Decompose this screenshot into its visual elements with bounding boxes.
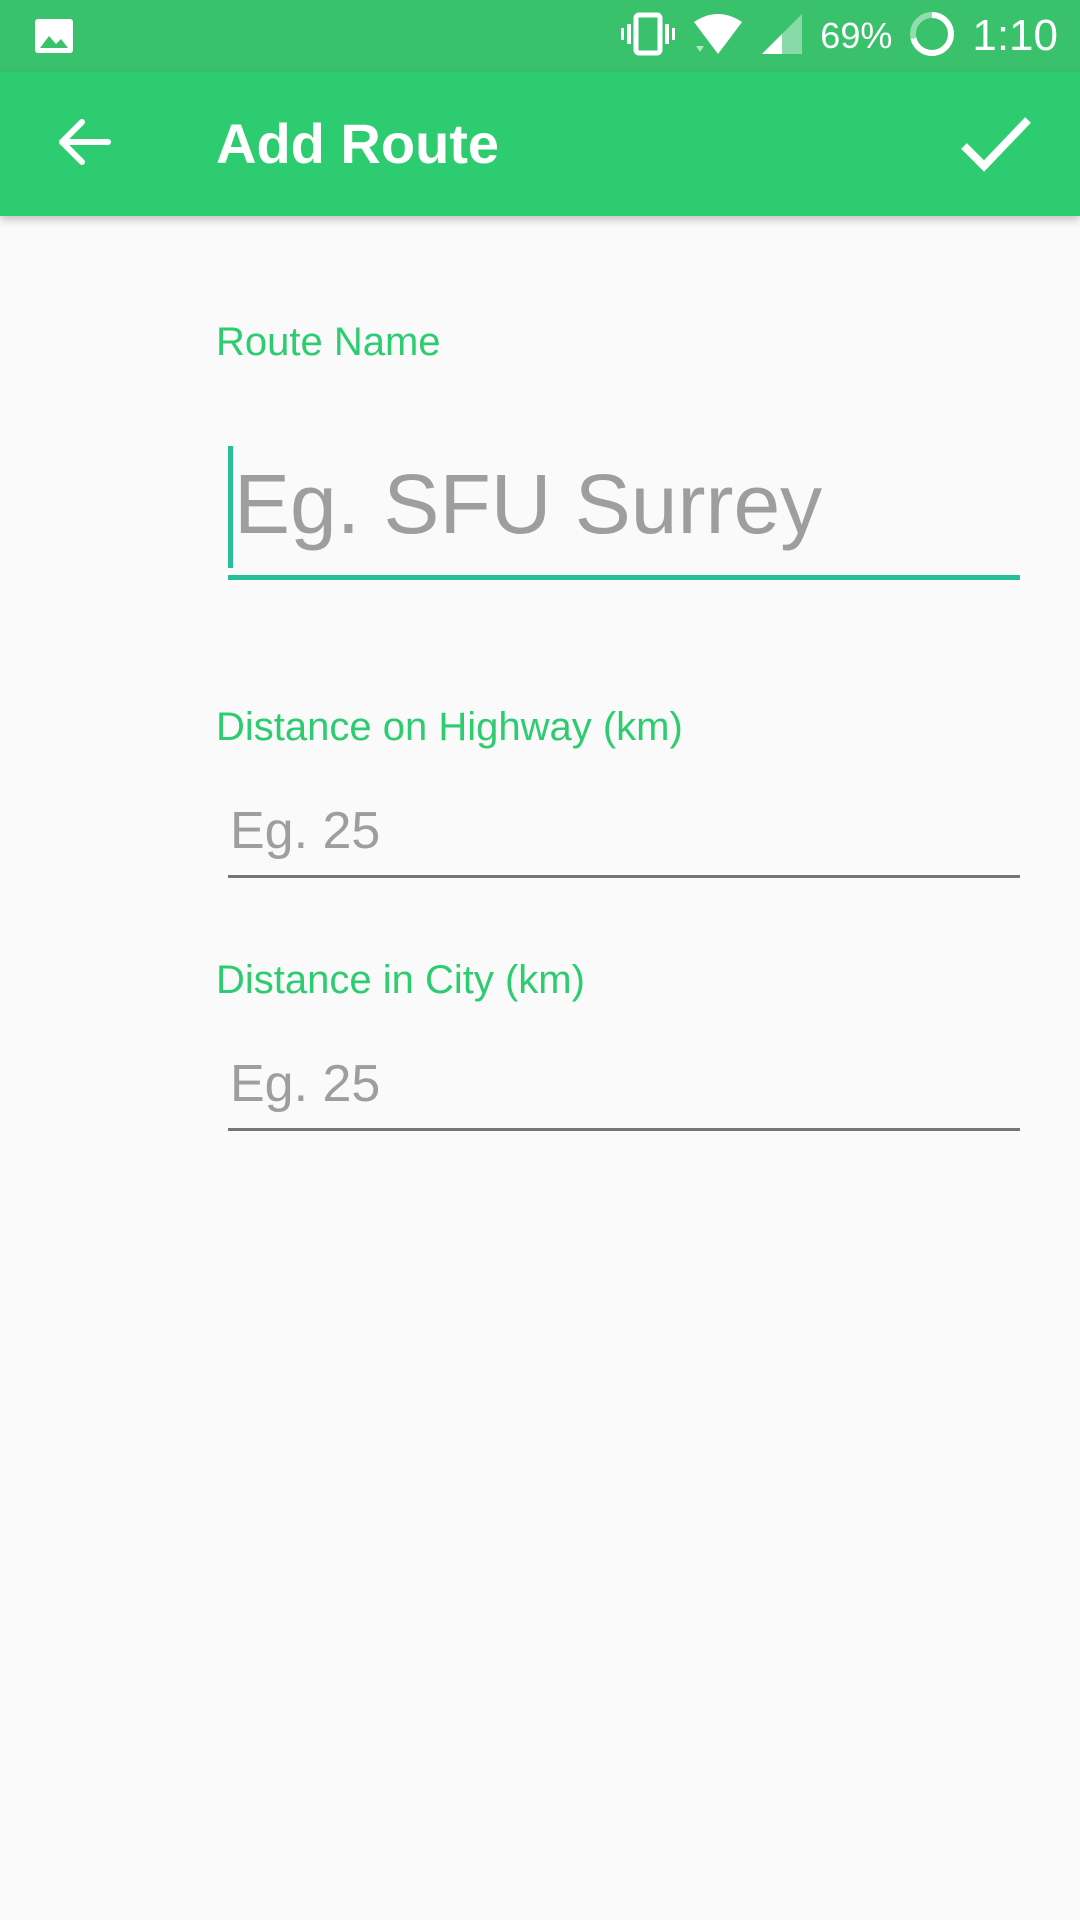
page-title: Add Route	[216, 112, 500, 175]
check-icon	[958, 114, 1034, 179]
route-name-label: Route Name	[216, 320, 441, 364]
gallery-icon	[34, 18, 74, 54]
clock: 1:10	[972, 11, 1058, 60]
signal-icon	[760, 12, 804, 61]
save-button[interactable]	[948, 98, 1044, 194]
arrow-back-icon	[56, 114, 112, 175]
status-indicators: 69% 1:10	[620, 0, 1058, 72]
distance-highway-label: Distance on Highway (km)	[216, 705, 683, 749]
back-button[interactable]	[44, 108, 124, 180]
text-cursor	[228, 446, 233, 568]
distance-highway-input[interactable]	[228, 796, 1020, 878]
vibrate-icon	[620, 12, 676, 61]
distance-city-input[interactable]	[228, 1049, 1020, 1131]
distance-city-label: Distance in City (km)	[216, 958, 585, 1002]
battery-percent: 69%	[820, 15, 893, 56]
wifi-icon	[692, 12, 744, 61]
route-name-input[interactable]	[228, 446, 1020, 580]
battery-icon	[908, 10, 956, 63]
status-bar: 69% 1:10	[0, 0, 1080, 72]
app-bar: Add Route	[0, 72, 1080, 216]
